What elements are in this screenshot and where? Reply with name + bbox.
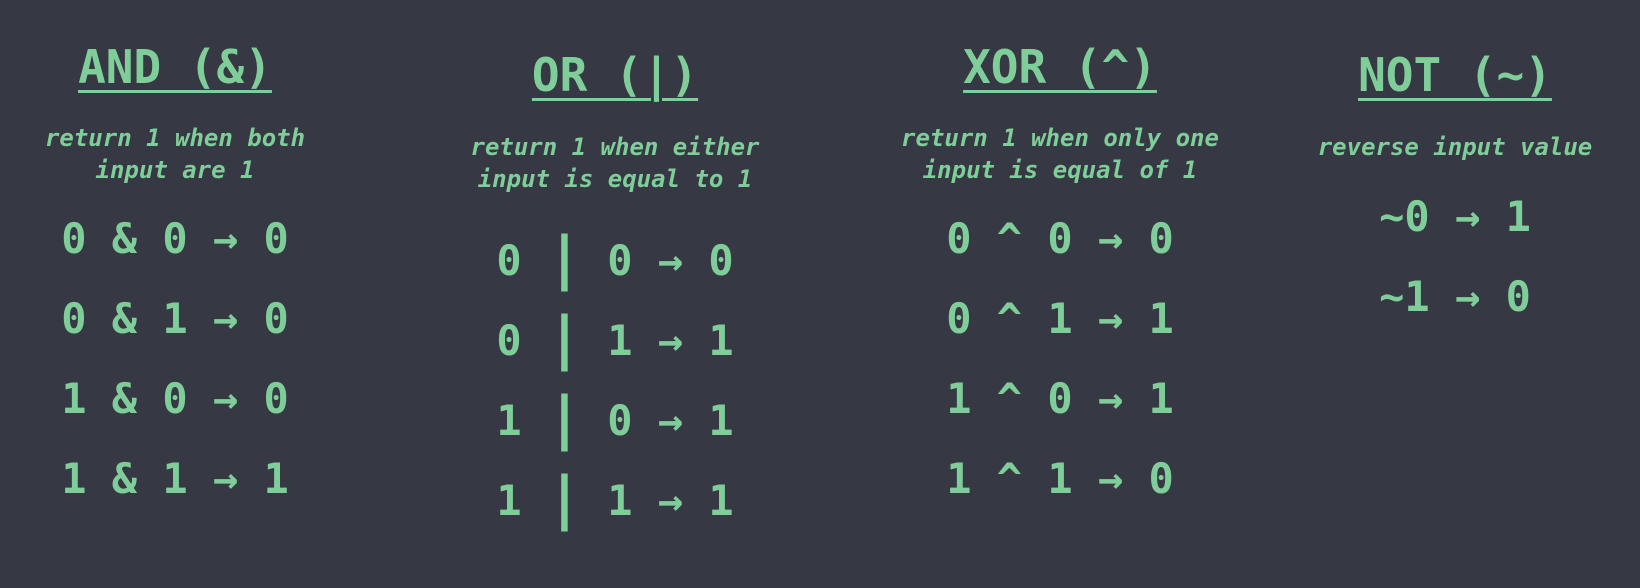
or-operator: | xyxy=(546,224,582,292)
xor-truth-row: 1 ^ 0 → 1 xyxy=(946,374,1174,423)
and-description-line-2: input are 1 xyxy=(95,156,255,184)
and-truth-row: 1 & 1 → 1 xyxy=(61,454,289,503)
or-operator: | xyxy=(546,384,582,452)
or-result: 1 → 1 xyxy=(607,316,734,365)
or-operator: | xyxy=(546,304,582,372)
or-result: 1 → 1 xyxy=(607,476,734,525)
not-title: NOT (~) xyxy=(1358,48,1552,102)
or-result: 0 → 0 xyxy=(607,236,734,285)
xor-truth-row: 0 ^ 0 → 0 xyxy=(946,214,1174,263)
xor-truth-row: 0 ^ 1 → 1 xyxy=(946,294,1174,343)
xor-truth-row: 1 ^ 1 → 0 xyxy=(946,454,1174,503)
not-description-line-1: reverse input value xyxy=(1317,133,1593,161)
or-description-line-2: input is equal to 1 xyxy=(477,165,753,193)
xor-description: return 1 when only one input is equal of… xyxy=(885,122,1235,186)
or-truth-row: 0 | 1 → 1 xyxy=(440,304,790,372)
xor-description-line-1: return 1 when only one xyxy=(901,124,1219,152)
and-truth-row: 1 & 0 → 0 xyxy=(61,374,289,423)
and-truth-row: 0 & 0 → 0 xyxy=(61,214,289,263)
not-truth-row: ~1 → 0 xyxy=(1379,272,1531,321)
or-operator: | xyxy=(546,464,582,532)
and-title: AND (&) xyxy=(78,40,272,94)
not-truth-row: ~0 → 1 xyxy=(1379,192,1531,241)
or-description: return 1 when either input is equal to 1 xyxy=(440,131,790,195)
or-truth-row: 0 | 0 → 0 xyxy=(440,224,790,292)
or-description-line-1: return 1 when either xyxy=(470,133,760,161)
or-input-a: 1 xyxy=(496,476,522,525)
or-truth-row: 1 | 0 → 1 xyxy=(440,384,790,452)
or-result: 0 → 1 xyxy=(607,396,734,445)
or-input-a: 0 xyxy=(496,236,522,285)
or-input-a: 1 xyxy=(496,396,522,445)
xor-description-line-2: input is equal of 1 xyxy=(922,156,1198,184)
and-truth-row: 0 & 1 → 0 xyxy=(61,294,289,343)
and-description-line-1: return 1 when both xyxy=(44,124,306,152)
not-description: reverse input value xyxy=(1280,131,1630,163)
or-input-a: 0 xyxy=(496,316,522,365)
and-description: return 1 when both input are 1 xyxy=(0,122,350,186)
or-title: OR (|) xyxy=(531,48,699,102)
or-truth-row: 1 | 1 → 1 xyxy=(440,464,790,532)
xor-title: XOR (^) xyxy=(963,40,1157,94)
